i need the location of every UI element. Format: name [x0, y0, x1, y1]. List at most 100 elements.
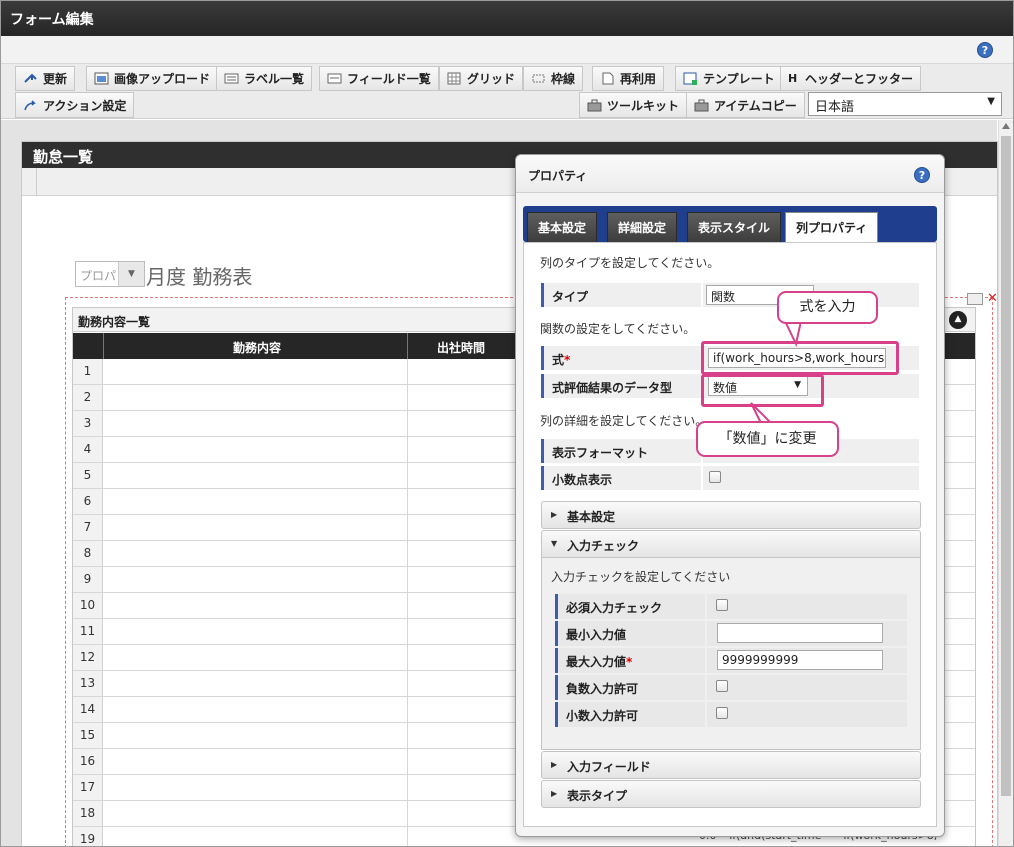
language-select[interactable]: 日本語 ▼: [808, 92, 1002, 116]
header-footer-button[interactable]: H ヘッダーとフッター: [780, 66, 922, 91]
month-select[interactable]: プロパ ▼: [75, 261, 145, 287]
label-list-button[interactable]: ラベル一覧: [216, 66, 313, 91]
row-number: 10: [73, 593, 103, 618]
divider: [407, 775, 408, 800]
border-button[interactable]: 枠線: [523, 66, 584, 91]
item-copy-icon: [694, 99, 709, 112]
row-number: 5: [73, 463, 103, 488]
row-number: 14: [73, 697, 103, 722]
label-list-label: ラベル一覧: [244, 72, 305, 86]
required-check-checkbox[interactable]: [716, 599, 728, 611]
toolkit-label: ツールキット: [607, 98, 680, 113]
template-button[interactable]: テンプレート: [675, 66, 783, 91]
decimal-allow-row: 小数入力許可: [555, 702, 907, 728]
negative-allow-label: 負数入力許可: [555, 675, 705, 700]
dialog-title: プロパティ: [528, 169, 588, 183]
type-label: タイプ: [541, 283, 701, 307]
header-footer-label: ヘッダーとフッター: [805, 72, 914, 86]
divider: [407, 515, 408, 540]
item-copy-label: アイテムコピー: [714, 98, 797, 113]
reuse-label: 再利用: [620, 72, 657, 86]
tab-basic[interactable]: 基本設定: [527, 212, 598, 242]
divider: [407, 437, 408, 462]
accordion-display-type[interactable]: ▶ 表示タイプ: [541, 780, 921, 808]
negative-allow-cell: [707, 675, 907, 700]
reuse-icon: [600, 72, 615, 85]
help-strip: ?: [1, 36, 1013, 64]
field-list-button[interactable]: フィールド一覧: [319, 66, 439, 91]
row-number: 6: [73, 489, 103, 514]
detail-note: 列の詳細を設定してください。: [540, 414, 708, 428]
min-value-row: 最小入力値: [555, 621, 907, 647]
help-icon[interactable]: ?: [914, 167, 930, 183]
column-type-note: 列のタイプを設定してください。: [540, 256, 720, 270]
max-value-row: 最大入力値* 9999999999: [555, 648, 907, 674]
vertical-scrollbar[interactable]: [998, 120, 1013, 846]
max-value-label: 最大入力値*: [555, 648, 705, 673]
collapse-up-icon[interactable]: ▲: [949, 311, 967, 329]
template-icon: [683, 72, 698, 85]
required-mark: *: [564, 353, 571, 367]
max-value-input[interactable]: 9999999999: [717, 650, 883, 670]
row-number: 16: [73, 749, 103, 774]
caret-right-icon: ▶: [551, 789, 558, 798]
negative-allow-row: 負数入力許可: [555, 675, 907, 701]
border-label: 枠線: [551, 72, 576, 86]
accordion-basic[interactable]: ▶ 基本設定: [541, 501, 921, 529]
toolkit-icon: [587, 99, 602, 112]
decimal-display-row: 小数点表示: [541, 466, 919, 492]
divider: [407, 359, 408, 384]
toolkit-button[interactable]: ツールキット: [579, 92, 688, 118]
accordion-display-type-label: 表示タイプ: [567, 789, 628, 803]
language-value: 日本語: [815, 100, 855, 115]
formula-label: 式*: [541, 346, 701, 370]
field-list-icon: [327, 72, 342, 85]
grid-label: グリッド: [467, 72, 516, 86]
tab-detail[interactable]: 詳細設定: [607, 212, 678, 242]
divider: [103, 333, 104, 359]
label-list-icon: [224, 72, 239, 85]
caret-right-icon: ▶: [551, 510, 558, 519]
min-value-input[interactable]: [717, 623, 883, 643]
input-check-panel: 入力チェックを設定してください 必須入力チェック 最小入力値 最大入力値* 99…: [541, 558, 921, 750]
accordion-input-field[interactable]: ▶ 入力フィールド: [541, 751, 921, 779]
tab-column-property[interactable]: 列プロパティ: [785, 212, 879, 242]
accordion-input-check[interactable]: ▼ 入力チェック: [541, 530, 921, 558]
template-label: テンプレート: [703, 72, 775, 86]
grid-button[interactable]: グリッド: [439, 66, 524, 91]
row-number: 15: [73, 723, 103, 748]
divider: [407, 619, 408, 644]
help-icon[interactable]: ?: [977, 42, 993, 58]
scroll-thumb[interactable]: [1001, 136, 1011, 796]
required-mark: *: [626, 655, 633, 669]
negative-allow-checkbox[interactable]: [716, 680, 728, 692]
tab-display-style[interactable]: 表示スタイル: [687, 212, 782, 242]
divider: [407, 645, 408, 670]
divider: [407, 541, 408, 566]
decimal-allow-cell: [707, 702, 907, 727]
chevron-down-icon[interactable]: ▼: [118, 262, 144, 286]
row-number: 12: [73, 645, 103, 670]
scroll-up-icon[interactable]: [1002, 123, 1010, 129]
row-number: 13: [73, 671, 103, 696]
row-number: 11: [73, 619, 103, 644]
image-upload-icon: [94, 72, 109, 85]
image-upload-button[interactable]: 画像アップロード: [86, 66, 219, 91]
divider: [407, 697, 408, 722]
decimal-allow-checkbox[interactable]: [716, 707, 728, 719]
accordion-basic-label: 基本設定: [567, 510, 616, 524]
row-number: 9: [73, 567, 103, 592]
accordion-input-field-label: 入力フィールド: [567, 760, 651, 774]
item-copy-button[interactable]: アイテムコピー: [686, 92, 805, 118]
action-settings-button[interactable]: アクション設定: [15, 92, 135, 118]
reuse-button[interactable]: 再利用: [592, 66, 665, 91]
delete-icon[interactable]: ✕: [987, 291, 998, 306]
min-value-label: 最小入力値: [555, 621, 705, 646]
divider: [407, 489, 408, 514]
table-settings-icon[interactable]: [967, 293, 983, 305]
row-number: 1: [73, 359, 103, 384]
decimal-display-checkbox[interactable]: [709, 471, 721, 483]
update-button[interactable]: 更新: [15, 66, 76, 91]
header-start-time: 出社時間: [437, 341, 486, 355]
divider: [36, 168, 37, 196]
